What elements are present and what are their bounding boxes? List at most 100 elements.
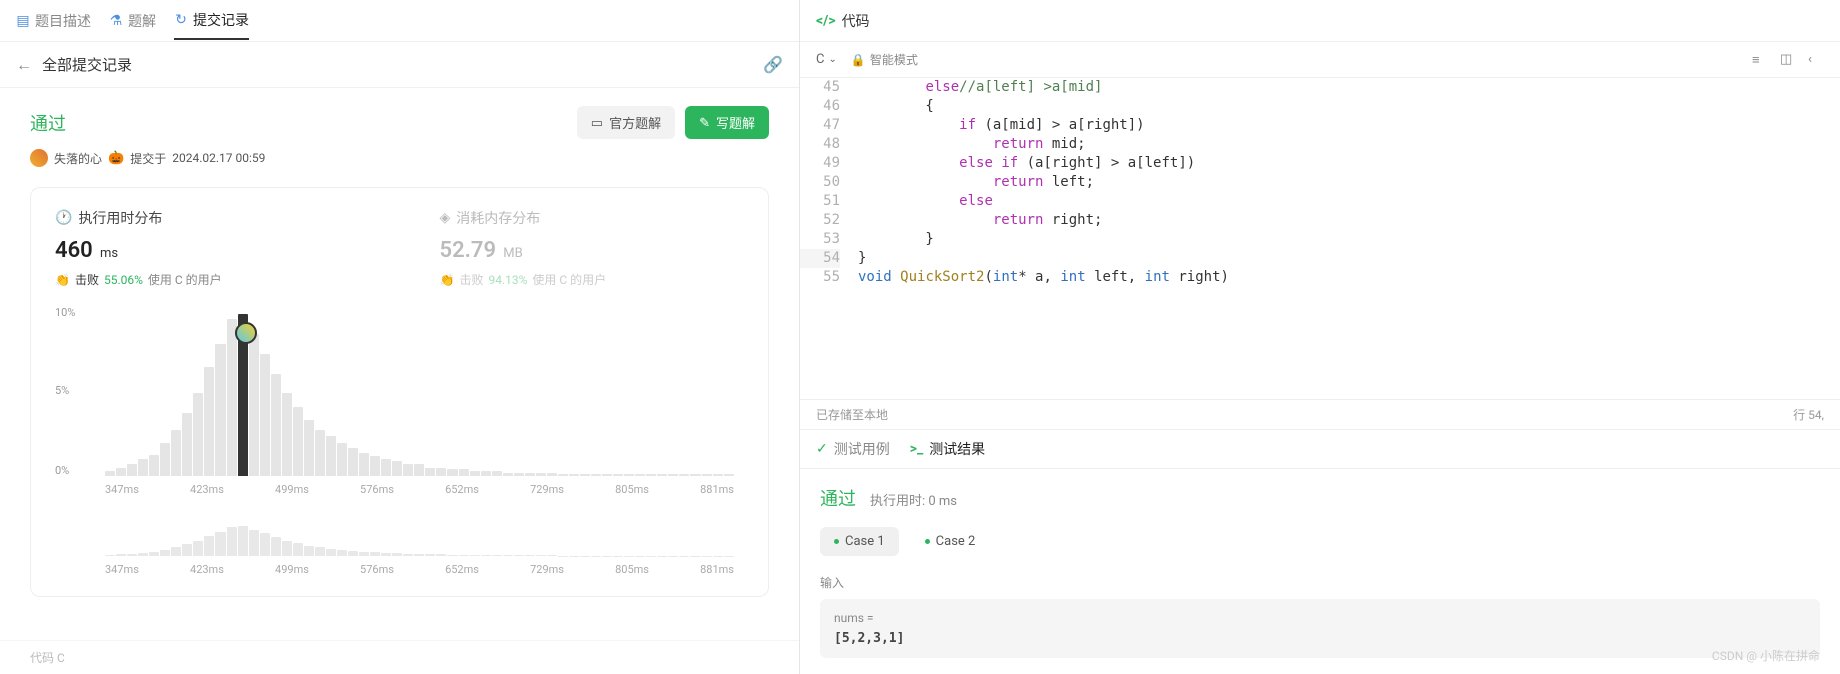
mini-chart-bar xyxy=(260,533,270,556)
chart-bar[interactable] xyxy=(315,430,325,476)
mini-chart-bar xyxy=(492,555,502,556)
input-value: [5,2,3,1] xyxy=(834,631,1806,646)
official-solution-button[interactable]: ▭ 官方题解 xyxy=(577,106,675,139)
author-row: 失落的心 🎃 提交于 2024.02.17 00:59 xyxy=(30,149,769,167)
chart-bar[interactable] xyxy=(282,393,292,476)
mini-chart-bar xyxy=(414,554,424,556)
chart-bar[interactable] xyxy=(149,455,159,476)
tab-problem[interactable]: ▤ 题目描述 xyxy=(16,3,91,39)
chart-bar[interactable] xyxy=(403,464,413,476)
chart-bar[interactable] xyxy=(690,474,700,476)
chevron-down-icon: ⌄ xyxy=(828,54,836,65)
chart-bar[interactable] xyxy=(459,469,469,476)
chart-bar[interactable] xyxy=(348,448,358,476)
chart-bar[interactable] xyxy=(304,420,314,476)
chart-bar[interactable] xyxy=(569,474,579,476)
footer-left: 代码 C xyxy=(0,640,799,674)
chart-bar[interactable] xyxy=(536,473,546,476)
chart-bar[interactable] xyxy=(204,367,214,476)
tab-test-results[interactable]: >_ 测试结果 xyxy=(910,431,985,467)
menu-icon[interactable]: ≡ xyxy=(1752,52,1768,68)
mini-chart-bar xyxy=(315,547,325,556)
author-name[interactable]: 失落的心 xyxy=(54,150,102,167)
chart-bar[interactable] xyxy=(679,474,689,476)
editor-mode[interactable]: 🔒 智能模式 xyxy=(851,51,918,68)
runtime-value: 460 xyxy=(55,238,93,263)
tab-solution[interactable]: ⚗ 题解 xyxy=(109,3,156,39)
chart-bar[interactable] xyxy=(602,474,612,476)
chart-bar[interactable] xyxy=(116,468,126,476)
language-select[interactable]: C ⌄ xyxy=(816,52,837,67)
case-pill-2[interactable]: Case 2 xyxy=(911,527,990,556)
mini-chart-bar xyxy=(370,552,380,556)
mini-chart-bar xyxy=(227,527,237,556)
chart-bar[interactable] xyxy=(635,474,645,476)
chart-bar[interactable] xyxy=(724,474,734,476)
chart-bar[interactable] xyxy=(326,436,336,476)
case-pill-1[interactable]: Case 1 xyxy=(820,527,899,556)
chart-bar[interactable] xyxy=(470,471,480,476)
chart-bar[interactable] xyxy=(558,474,568,476)
memory-stat[interactable]: ◈ 消耗内存分布 52.79 MB 👏 击败 94.13% 使用 C 的用户 xyxy=(440,208,745,288)
chart-bar[interactable] xyxy=(105,471,115,476)
chart-bar[interactable] xyxy=(492,471,502,476)
chart-bar[interactable] xyxy=(547,473,557,476)
chart-bar[interactable] xyxy=(249,334,259,476)
chart-bar[interactable] xyxy=(227,319,237,476)
chart-bar[interactable] xyxy=(613,474,623,476)
chart-bar[interactable] xyxy=(215,344,225,476)
chart-bar[interactable] xyxy=(525,473,535,476)
chart-bar[interactable] xyxy=(481,471,491,476)
runtime-stat[interactable]: 🕐 执行用时分布 460 ms 👏 击败 55.06% 使用 C 的用户 xyxy=(55,208,360,288)
chart-bar[interactable] xyxy=(624,474,634,476)
marker-avatar xyxy=(235,322,257,344)
chart-bar[interactable] xyxy=(160,443,170,476)
chart-bar[interactable] xyxy=(713,474,723,476)
chart-bar[interactable] xyxy=(668,474,678,476)
avatar[interactable] xyxy=(30,149,48,167)
chart-bar[interactable] xyxy=(138,459,148,476)
chart-bar[interactable] xyxy=(260,354,270,476)
chart-bar[interactable] xyxy=(646,474,656,476)
chart-bar[interactable] xyxy=(436,468,446,476)
code-icon: </> xyxy=(816,13,836,29)
chart-bar[interactable] xyxy=(447,469,457,476)
chart-bar[interactable] xyxy=(193,393,203,476)
chevron-left-icon[interactable]: ‹ xyxy=(1808,52,1824,68)
chart-bar[interactable] xyxy=(591,474,601,476)
chart-bar[interactable] xyxy=(514,473,524,476)
write-solution-button[interactable]: ✎ 写题解 xyxy=(685,106,769,139)
chart-bar[interactable] xyxy=(425,468,435,476)
chart-bar[interactable] xyxy=(580,474,590,476)
chart-bar[interactable] xyxy=(359,453,369,476)
submission-status: 通过 xyxy=(30,110,66,136)
chart-bar[interactable] xyxy=(657,474,667,476)
chart-bar[interactable] xyxy=(392,461,402,476)
mini-chart-bar xyxy=(160,550,170,556)
back-arrow-icon[interactable]: ← xyxy=(16,55,32,75)
mini-chart-bar xyxy=(381,553,391,556)
chart-bar[interactable] xyxy=(503,473,513,476)
chart-bar[interactable] xyxy=(414,464,424,476)
chart-bar[interactable] xyxy=(702,474,712,476)
code-tab[interactable]: </> 代码 xyxy=(816,11,870,31)
tab-label: 题目描述 xyxy=(35,11,91,31)
chart-bar[interactable] xyxy=(127,464,137,476)
chart-bar[interactable] xyxy=(370,456,380,476)
tab-submissions[interactable]: ↻ 提交记录 xyxy=(174,2,249,40)
status-dot-icon xyxy=(925,539,930,544)
bookmark-icon[interactable]: ◫ xyxy=(1780,52,1796,68)
chart-bar[interactable] xyxy=(271,374,281,476)
chart-bar[interactable] xyxy=(337,443,347,476)
chart-bar[interactable] xyxy=(182,413,192,476)
mini-chart-bar xyxy=(392,553,402,556)
chart-bar[interactable] xyxy=(381,459,391,476)
chart-bar[interactable] xyxy=(293,407,303,476)
mini-chart-bar xyxy=(171,547,181,556)
memory-beat-pct: 94.13% xyxy=(488,273,527,287)
mini-chart-bar xyxy=(337,550,347,556)
chart-bar[interactable] xyxy=(171,430,181,476)
link-icon[interactable]: 🔗 xyxy=(763,55,783,74)
tab-test-cases[interactable]: ✓ 测试用例 xyxy=(816,431,890,467)
code-editor[interactable]: 4546474849505152535455 else//a[left] >a[… xyxy=(800,78,1840,399)
